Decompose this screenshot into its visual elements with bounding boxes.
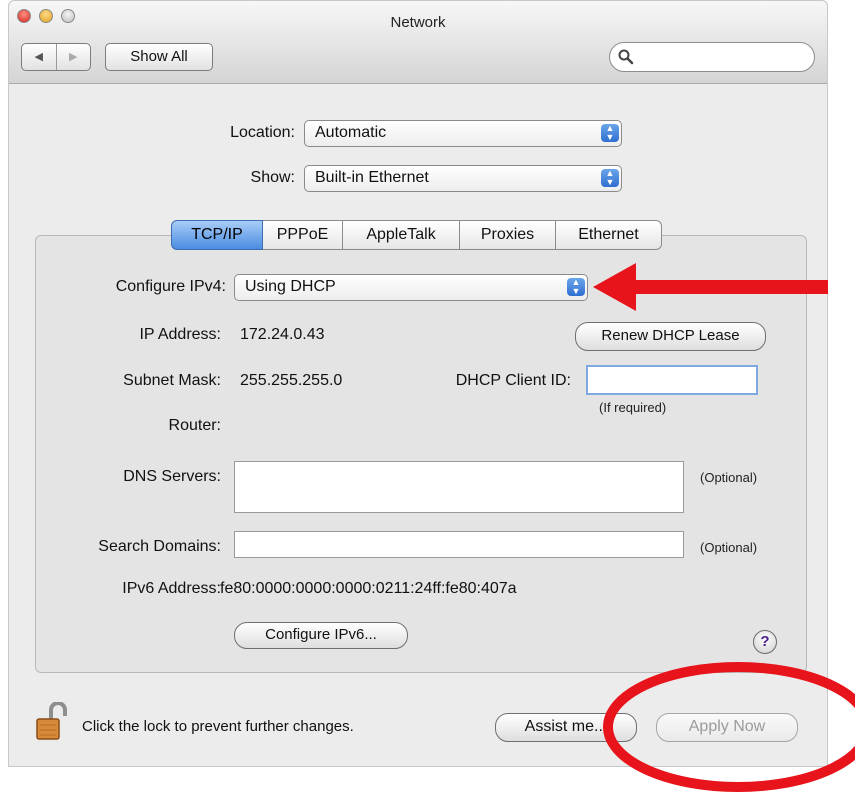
annotation-overlay xyxy=(593,263,855,792)
red-arrow-annotation xyxy=(593,263,828,311)
red-circle-annotation xyxy=(603,662,855,792)
